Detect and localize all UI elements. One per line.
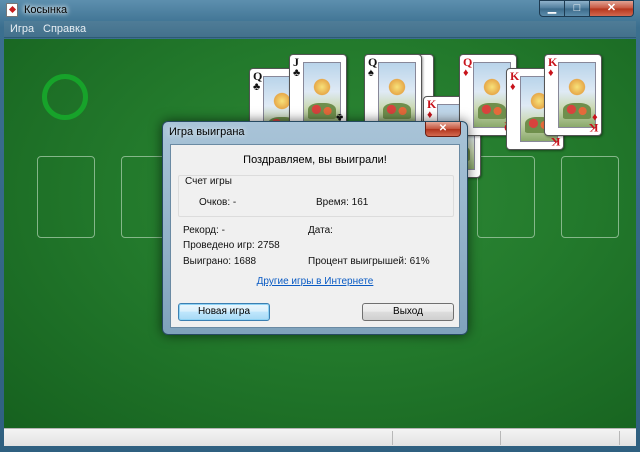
diamond-icon: ♦: [548, 67, 554, 79]
congrats-message: Поздравляем, вы выиграли!: [243, 154, 387, 166]
stock-recycle-icon[interactable]: [42, 74, 88, 120]
win-percent-label: Процент выигрышей: 61%: [308, 256, 430, 267]
diamond-icon: ♦: [510, 81, 516, 93]
exit-button[interactable]: Выход: [362, 303, 454, 321]
club-icon: ♣: [293, 67, 301, 79]
tableau-slot[interactable]: [561, 156, 619, 238]
points-label: Очков: -: [199, 197, 237, 208]
status-divider: [500, 431, 501, 445]
games-played-label: Проведено игр: 2758: [183, 240, 280, 251]
app-window: Косынка ▁ □ ✕ Игра Справка Q ♣ J ♣ J ♣: [0, 0, 640, 452]
dialog-title: Игра выиграна: [169, 126, 245, 138]
games-won-label: Выиграно: 1688: [183, 256, 257, 267]
card-artwork: [558, 62, 596, 128]
spade-icon: ♠: [368, 67, 374, 79]
status-divider: [392, 431, 393, 445]
club-icon: ♣: [253, 81, 261, 93]
game-won-dialog: Игра выиграна ✕ Поздравляем, вы выиграли…: [162, 121, 468, 335]
caption-buttons: ▁ □ ✕: [539, 0, 634, 17]
card-rank: K: [588, 121, 598, 135]
solitaire-app-icon: [6, 3, 18, 17]
close-button[interactable]: ✕: [590, 0, 634, 17]
maximize-button[interactable]: □: [565, 0, 590, 17]
tableau-slot[interactable]: [477, 156, 535, 238]
dialog-body: Поздравляем, вы выиграли! Очков: - Время…: [170, 144, 460, 328]
window-title: Косынка: [24, 4, 68, 16]
record-label: Рекорд: -: [183, 225, 225, 236]
time-label: Время: 161: [316, 197, 369, 208]
new-game-button[interactable]: Новая игра: [178, 303, 270, 321]
menu-help[interactable]: Справка: [43, 23, 86, 35]
playing-card[interactable]: K ♦ K ♦: [544, 54, 602, 136]
menu-game[interactable]: Игра: [10, 23, 34, 35]
status-bar: [4, 428, 636, 446]
tableau-slot[interactable]: [37, 156, 95, 238]
diamond-icon: ♦: [592, 111, 598, 123]
menu-bar: Игра Справка: [4, 21, 636, 38]
diamond-icon: ♦: [427, 109, 433, 121]
dialog-close-button[interactable]: ✕: [425, 122, 461, 137]
more-games-link[interactable]: Другие игры в Интернете: [171, 276, 459, 287]
diamond-icon: ♦: [463, 67, 469, 79]
date-label: Дата:: [308, 225, 333, 236]
card-rank: K: [550, 135, 560, 149]
title-bar[interactable]: Косынка ▁ □ ✕: [0, 0, 640, 20]
minimize-button[interactable]: ▁: [539, 0, 565, 17]
card-artwork: [378, 62, 416, 128]
score-group-label: Счет игры: [183, 176, 234, 187]
status-divider: [619, 431, 620, 445]
